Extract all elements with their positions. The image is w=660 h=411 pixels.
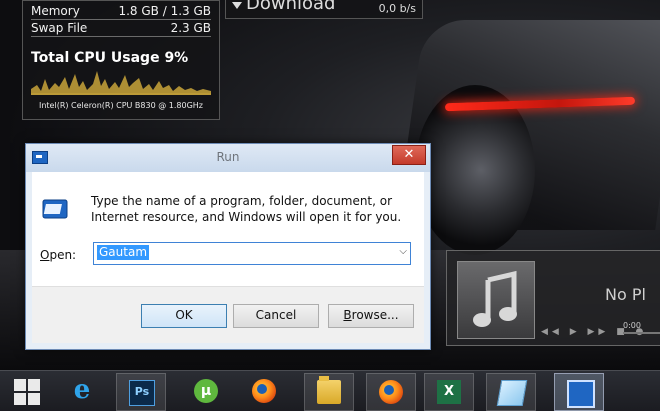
browse-button[interactable]: Browse... [328, 304, 414, 328]
run-program-icon [42, 199, 68, 219]
cancel-button[interactable]: Cancel [233, 304, 319, 328]
download-arrow-icon [232, 2, 242, 9]
media-seek-bar[interactable] [623, 332, 660, 334]
taskbar-firefox-2[interactable] [366, 373, 416, 411]
music-note-icon [473, 270, 517, 327]
open-label-rest: pen: [49, 248, 77, 262]
memory-value: 1.8 GB / 1.3 GB [118, 4, 211, 18]
taskbar-firefox-1[interactable] [240, 373, 288, 409]
close-button[interactable]: ✕ [392, 145, 426, 165]
firefox-icon [379, 380, 403, 404]
ie-icon: e [73, 375, 91, 405]
utorrent-icon: µ [194, 379, 218, 403]
media-player-gadget[interactable]: No Pl ◀◀ ▶ ▶▶ ■ ● 0:00 [446, 250, 660, 346]
taskbar-run[interactable] [554, 373, 604, 411]
folder-icon [317, 376, 341, 404]
notepad-icon [496, 380, 528, 406]
media-status: No Pl [605, 285, 646, 304]
system-monitor-gadget[interactable]: Memory 1.8 GB / 1.3 GB Swap File 2.3 GB … [22, 0, 220, 120]
wallpaper-car-wheel [415, 85, 535, 255]
swap-value: 2.3 GB [170, 21, 211, 35]
open-input-value[interactable]: Gautam [97, 245, 150, 260]
taskbar-internet-explorer[interactable]: e [58, 373, 106, 409]
browse-label-rest: rowse... [351, 308, 399, 322]
windows-logo-icon [14, 379, 40, 405]
open-label: Open: [40, 248, 76, 262]
run-icon [567, 380, 595, 408]
taskbar-utorrent[interactable]: µ [182, 373, 230, 409]
taskbar-file-explorer[interactable] [304, 373, 354, 411]
media-time: 0:00 [623, 321, 641, 330]
swap-label: Swap File [31, 21, 88, 35]
taskbar-photoshop[interactable]: Ps [116, 373, 166, 411]
memory-row: Memory 1.8 GB / 1.3 GB [31, 4, 211, 20]
photoshop-icon: Ps [129, 380, 155, 406]
start-button[interactable] [4, 373, 52, 409]
chevron-down-icon[interactable]: ⌵ [399, 246, 407, 257]
open-combobox[interactable]: Gautam ⌵ [93, 242, 411, 265]
swap-row: Swap File 2.3 GB [31, 21, 211, 37]
cpu-usage-title: Total CPU Usage 9% [31, 50, 189, 66]
cpu-usage-graph [31, 71, 211, 95]
album-art [457, 261, 535, 339]
dialog-description: Type the name of a program, folder, docu… [91, 194, 402, 224]
download-gadget[interactable]: Download 0,0 b/s [225, 0, 423, 19]
browse-accel: B [343, 308, 352, 322]
taskbar: e Ps µ X [0, 370, 660, 411]
download-speed: 0,0 b/s [378, 2, 416, 15]
dialog-title: Run [216, 150, 240, 164]
taskbar-notepad[interactable] [486, 373, 536, 411]
dialog-titlebar[interactable]: Run ✕ [26, 144, 430, 172]
ok-button[interactable]: OK [141, 304, 227, 328]
run-dialog: Run ✕ Type the name of a program, folder… [25, 143, 431, 350]
cpu-model-text: Intel(R) Celeron(R) CPU B830 @ 1.80GHz [38, 101, 203, 110]
dialog-content: Type the name of a program, folder, docu… [32, 172, 424, 343]
download-label: Download [246, 0, 336, 14]
firefox-icon [252, 379, 276, 403]
excel-icon: X [437, 380, 461, 404]
taskbar-excel[interactable]: X [424, 373, 474, 411]
memory-label: Memory [31, 4, 80, 18]
